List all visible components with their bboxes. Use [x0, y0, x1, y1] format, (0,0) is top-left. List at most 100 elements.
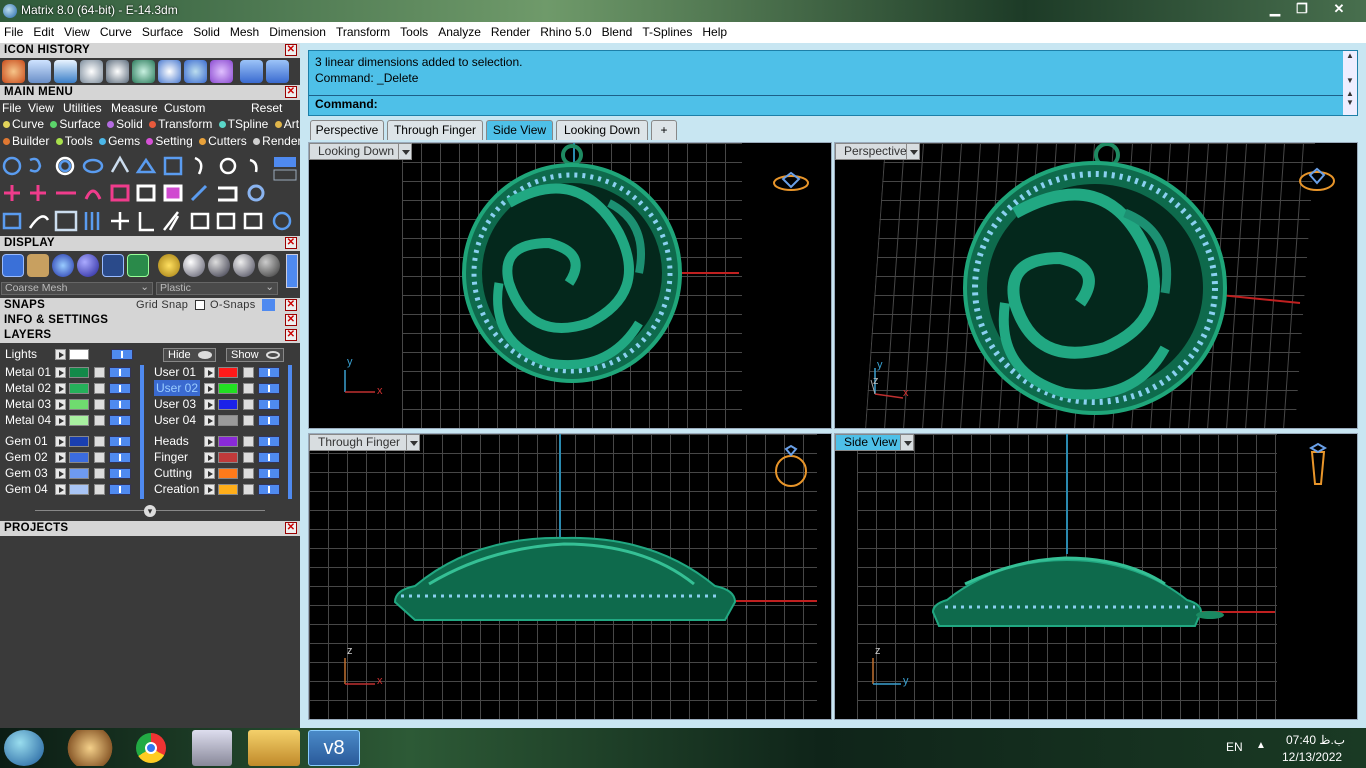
osnaps-checkbox[interactable] [195, 300, 205, 310]
layer-expand-icon[interactable] [55, 484, 66, 495]
globe-icon[interactable] [132, 60, 155, 83]
chevron-down-icon[interactable] [406, 434, 420, 451]
layer-visibility-toggle[interactable] [258, 468, 280, 479]
bezel-tool-icon[interactable] [249, 158, 258, 173]
lock-icon[interactable] [243, 399, 254, 410]
matrix-app-icon[interactable]: v8 [308, 730, 360, 766]
chrome-app-icon[interactable] [126, 730, 178, 766]
layer-visibility-toggle[interactable] [258, 484, 280, 495]
menu-file[interactable]: File [0, 22, 28, 43]
scissor-tool-icon[interactable] [218, 186, 238, 202]
rays-tool-icon[interactable] [163, 211, 180, 231]
silver-material-icon[interactable] [183, 254, 206, 277]
layout-display-icon[interactable] [127, 254, 150, 277]
arrow-left-icon[interactable] [240, 60, 263, 83]
shaded-display-icon[interactable] [52, 254, 75, 277]
menu-curve[interactable]: Curve [95, 22, 137, 43]
gold-material-icon[interactable] [158, 254, 181, 277]
ellipse-tool-icon[interactable] [82, 158, 104, 174]
mm-custom[interactable]: Custom [164, 101, 205, 115]
layer-visibility-toggle[interactable] [258, 452, 280, 463]
layer-color-swatch[interactable] [218, 484, 238, 495]
layer-lights-color[interactable] [69, 349, 89, 360]
projects-header[interactable]: PROJECTS ✕ [0, 521, 300, 536]
left-layer-label[interactable]: Metal 04 [5, 412, 51, 428]
viewport-through-finger[interactable]: z x Through Finger [308, 433, 832, 720]
line-tool-icon[interactable] [190, 184, 208, 202]
cat-tools[interactable]: Tools [55, 134, 93, 148]
layer-visibility-toggle[interactable] [109, 484, 131, 495]
layer-color-swatch[interactable] [69, 468, 89, 479]
command-input[interactable] [389, 97, 1329, 113]
menu-render[interactable]: Render [486, 22, 535, 43]
layer-expand-icon[interactable] [204, 367, 215, 378]
layer-color-swatch[interactable] [218, 436, 238, 447]
chrome-material-icon[interactable] [208, 254, 231, 277]
menu-view[interactable]: View [59, 22, 95, 43]
arrow-right-icon[interactable] [266, 60, 289, 83]
lock-icon[interactable] [94, 415, 105, 426]
info-settings-header[interactable]: INFO & SETTINGS ✕ [0, 313, 300, 328]
left-layer-label[interactable]: Gem 04 [5, 481, 48, 497]
right-layer-label[interactable]: User 04 [154, 412, 196, 428]
close-icon[interactable]: ✕ [285, 329, 297, 341]
link-tool-icon[interactable] [190, 212, 210, 230]
loft-tool-icon[interactable] [54, 210, 78, 232]
close-icon[interactable]: ✕ [285, 86, 297, 98]
layer-visibility-toggle[interactable] [109, 367, 131, 378]
right-layer-label[interactable]: Creation [154, 481, 199, 497]
main-menu-header[interactable]: MAIN MENU ✕ [0, 85, 300, 100]
window-titlebar[interactable]: Matrix 8.0 (64-bit) - E-14.3dm ▁ ❐ ✕ [0, 0, 1366, 22]
sphere-tool-icon[interactable] [247, 184, 265, 202]
orbit-tool-icon[interactable] [272, 211, 292, 231]
pendant-icon[interactable] [210, 60, 233, 83]
menu-transform[interactable]: Transform [331, 22, 395, 43]
snap-settings-button[interactable] [262, 299, 275, 311]
layers-header[interactable]: LAYERS ✕ [0, 328, 300, 343]
array-tool-icon[interactable] [84, 212, 100, 230]
expand-tool-icon[interactable] [274, 157, 296, 167]
group-tool-icon[interactable] [2, 212, 22, 230]
gear-icon[interactable] [80, 60, 103, 83]
layer-visibility-toggle[interactable] [258, 367, 280, 378]
right-layer-label[interactable]: User 01 [154, 364, 196, 380]
menu-edit[interactable]: Edit [28, 22, 59, 43]
calculator-icon[interactable] [54, 60, 77, 83]
cat-cutters[interactable]: Cutters [199, 134, 247, 148]
hide-button[interactable]: Hide [163, 348, 216, 362]
nomaterial-icon[interactable] [258, 254, 281, 277]
layer-expand-icon[interactable] [55, 452, 66, 463]
menu-dimension[interactable]: Dimension [264, 22, 331, 43]
clock-date[interactable]: 12/13/2022 [1282, 750, 1342, 764]
viewport-label[interactable]: Side View [835, 434, 914, 451]
layer-visibility-toggle[interactable] [109, 436, 131, 447]
house-icon[interactable] [2, 60, 25, 83]
mm-utilities[interactable]: Utilities [63, 101, 102, 115]
material-select[interactable]: Plastic ⌄ [156, 282, 278, 295]
clock-time[interactable]: 07:40 ب.ظ [1286, 733, 1345, 747]
lock-icon[interactable] [94, 468, 105, 479]
shield-tool-icon[interactable] [194, 156, 203, 175]
menu-mesh[interactable]: Mesh [225, 22, 264, 43]
cat-gems[interactable]: Gems [99, 134, 140, 148]
layer-visibility-toggle[interactable] [258, 383, 280, 394]
calculator-app-icon[interactable] [192, 730, 232, 766]
layer-visibility-toggle[interactable] [109, 383, 131, 394]
select-tool-icon[interactable] [110, 184, 130, 202]
prong-tool-icon[interactable] [110, 155, 130, 173]
scale-icon[interactable] [158, 60, 181, 83]
layer-expand-icon[interactable] [204, 399, 215, 410]
show-button[interactable]: Show [226, 348, 284, 362]
revolve-tool-icon[interactable] [28, 215, 50, 229]
grid-display-icon[interactable] [2, 254, 25, 277]
layer-expand-icon[interactable] [204, 436, 215, 447]
plus2-tool-icon[interactable] [30, 185, 46, 201]
left-layer-label[interactable]: Gem 03 [5, 465, 48, 481]
tray-expand-icon[interactable]: ▲ [1256, 740, 1266, 751]
viewport-label[interactable]: Through Finger [309, 434, 420, 451]
menu-blend[interactable]: Blend [597, 22, 638, 43]
matte-material-icon[interactable] [233, 254, 256, 277]
box-tool-icon[interactable] [163, 156, 183, 176]
layer-color-swatch[interactable] [69, 415, 89, 426]
lock-icon[interactable] [94, 383, 105, 394]
